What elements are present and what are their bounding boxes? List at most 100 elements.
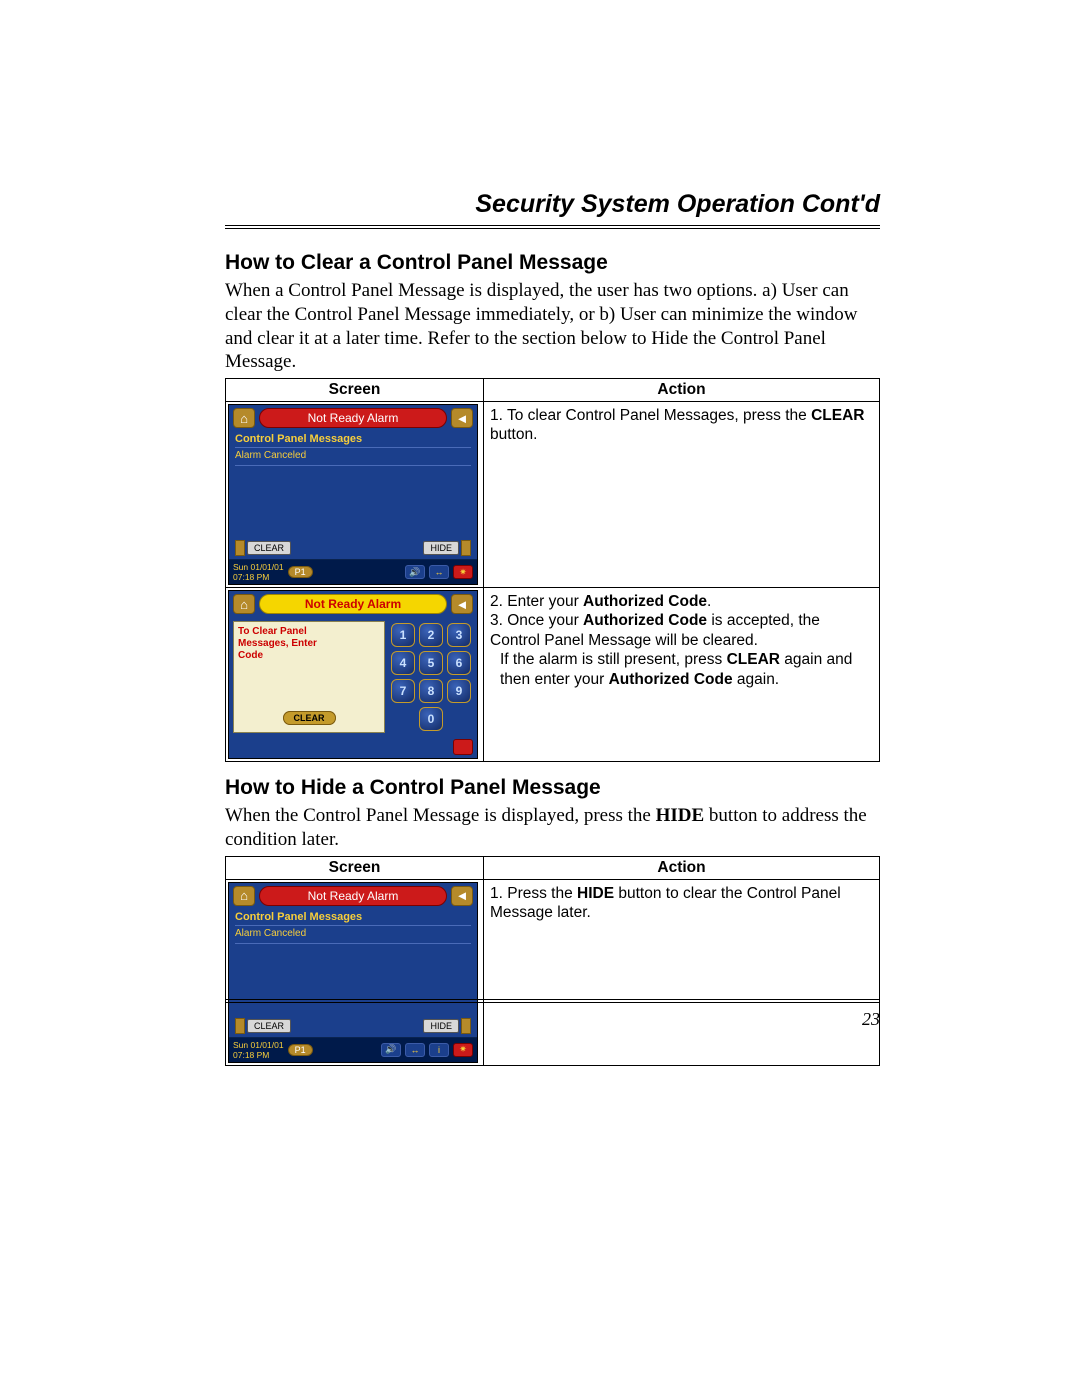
status-icon[interactable]: 🔊 bbox=[381, 1043, 401, 1057]
key-7[interactable]: 7 bbox=[391, 679, 415, 703]
key-3[interactable]: 3 bbox=[447, 623, 471, 647]
panel-subtitle: Control Panel Messages bbox=[229, 909, 477, 923]
divider bbox=[235, 465, 471, 466]
alert-icon[interactable] bbox=[453, 739, 473, 755]
status-time: 07:18 PM bbox=[233, 1050, 284, 1060]
screen-cell-1: ⌂ Not Ready Alarm ◄ Control Panel Messag… bbox=[226, 402, 484, 588]
device-screenshot-b: ⌂ Not Ready Alarm ◄ To Clear Panel Messa… bbox=[228, 590, 478, 759]
text: Once your bbox=[507, 612, 583, 629]
clear-button[interactable]: CLEAR bbox=[247, 541, 291, 555]
status-icon[interactable]: ↔ bbox=[405, 1043, 425, 1057]
action-cell-2: 2. Enter your Authorized Code. 3. Once y… bbox=[484, 588, 880, 762]
device-header: ⌂ Not Ready Alarm ◄ bbox=[229, 405, 477, 431]
text: Enter your bbox=[507, 593, 583, 610]
key-8[interactable]: 8 bbox=[419, 679, 443, 703]
back-icon[interactable]: ◄ bbox=[451, 886, 473, 906]
key-5[interactable]: 5 bbox=[419, 651, 443, 675]
step-number: 1. bbox=[490, 407, 507, 424]
panel-message: Alarm Canceled bbox=[229, 928, 477, 941]
status-bar bbox=[229, 737, 477, 758]
status-banner: Not Ready Alarm bbox=[259, 408, 447, 428]
section1-table: Screen Action ⌂ Not Ready Alarm ◄ Contro… bbox=[225, 378, 880, 762]
alert-icon[interactable]: ✷ bbox=[453, 565, 473, 579]
panel-body bbox=[229, 468, 477, 538]
text: again. bbox=[733, 671, 780, 688]
home-icon[interactable]: ⌂ bbox=[233, 408, 255, 428]
device-header: ⌂ Not Ready Alarm ◄ bbox=[229, 883, 477, 909]
bold-text: Authorized Code bbox=[609, 671, 733, 688]
device-screenshot-c: ⌂ Not Ready Alarm ◄ Control Panel Messag… bbox=[228, 882, 478, 1063]
divider bbox=[235, 447, 471, 448]
status-bar: Sun 01/01/01 07:18 PM P1 🔊 ↔ i ✷ bbox=[229, 1037, 477, 1062]
step-number: 1. bbox=[490, 885, 507, 902]
prompt-line: Code bbox=[238, 650, 380, 662]
panel-buttons: CLEAR HIDE bbox=[229, 538, 477, 559]
partition-pill[interactable]: P1 bbox=[288, 1044, 313, 1056]
status-icon[interactable]: 🔊 bbox=[405, 565, 425, 579]
right-tab-icon[interactable] bbox=[461, 540, 471, 556]
hide-button[interactable]: HIDE bbox=[423, 541, 459, 555]
info-icon[interactable]: i bbox=[429, 1043, 449, 1057]
message-pane: To Clear Panel Messages, Enter Code CLEA… bbox=[233, 621, 385, 733]
step-number: 3. bbox=[490, 612, 507, 629]
text: Press the bbox=[507, 885, 577, 902]
key-0[interactable]: 0 bbox=[419, 707, 443, 731]
back-icon[interactable]: ◄ bbox=[451, 408, 473, 428]
action-cell-3: 1. Press the HIDE button to clear the Co… bbox=[484, 879, 880, 1065]
page-title: Security System Operation Cont'd bbox=[225, 190, 880, 229]
status-date: Sun 01/01/01 bbox=[233, 1040, 284, 1050]
key-6[interactable]: 6 bbox=[447, 651, 471, 675]
col-action: Action bbox=[484, 379, 880, 402]
status-banner: Not Ready Alarm bbox=[259, 594, 447, 614]
status-datetime: Sun 01/01/01 07:18 PM bbox=[233, 562, 284, 582]
bold-text: Authorized Code bbox=[583, 612, 707, 629]
panel-message: Alarm Canceled bbox=[229, 450, 477, 463]
keypad-body: To Clear Panel Messages, Enter Code CLEA… bbox=[229, 617, 477, 737]
text: To clear Control Panel Messages, press t… bbox=[507, 407, 811, 424]
clear-row: CLEAR bbox=[238, 712, 380, 724]
section2-heading: How to Hide a Control Panel Message bbox=[225, 776, 880, 800]
section2-table: Screen Action ⌂ Not Ready Alarm ◄ Contro… bbox=[225, 856, 880, 1066]
alert-icon[interactable]: ✷ bbox=[453, 1043, 473, 1057]
status-datetime: Sun 01/01/01 07:18 PM bbox=[233, 1040, 284, 1060]
document-page: Security System Operation Cont'd How to … bbox=[0, 0, 1080, 1126]
status-time: 07:18 PM bbox=[233, 572, 284, 582]
bold-text: CLEAR bbox=[727, 651, 780, 668]
bold-text: CLEAR bbox=[811, 407, 864, 424]
bold-text: Authorized Code bbox=[583, 593, 707, 610]
action-cell-1: 1. To clear Control Panel Messages, pres… bbox=[484, 402, 880, 588]
section2-intro: When the Control Panel Message is displa… bbox=[225, 804, 880, 852]
key-4[interactable]: 4 bbox=[391, 651, 415, 675]
col-screen: Screen bbox=[226, 856, 484, 879]
home-icon[interactable]: ⌂ bbox=[233, 886, 255, 906]
back-icon[interactable]: ◄ bbox=[451, 594, 473, 614]
status-date: Sun 01/01/01 bbox=[233, 562, 284, 572]
text: . bbox=[707, 593, 711, 610]
section1-heading: How to Clear a Control Panel Message bbox=[225, 251, 880, 275]
status-banner: Not Ready Alarm bbox=[259, 886, 447, 906]
section1-intro: When a Control Panel Message is displaye… bbox=[225, 279, 880, 374]
text: button. bbox=[490, 426, 537, 443]
text: If the alarm is still present, press bbox=[500, 651, 727, 668]
col-screen: Screen bbox=[226, 379, 484, 402]
device-header: ⌂ Not Ready Alarm ◄ bbox=[229, 591, 477, 617]
partition-pill[interactable]: P1 bbox=[288, 566, 313, 578]
prompt-line: To Clear Panel bbox=[238, 626, 380, 638]
text: When the Control Panel Message is displa… bbox=[225, 805, 656, 826]
bold-text: HIDE bbox=[656, 805, 705, 826]
key-9[interactable]: 9 bbox=[447, 679, 471, 703]
divider bbox=[235, 943, 471, 944]
clear-button[interactable]: CLEAR bbox=[283, 711, 336, 725]
home-icon[interactable]: ⌂ bbox=[233, 594, 255, 614]
col-action: Action bbox=[484, 856, 880, 879]
left-tab-icon[interactable] bbox=[235, 540, 245, 556]
page-number: 23 bbox=[862, 1009, 880, 1029]
prompt-line: Messages, Enter bbox=[238, 638, 380, 650]
divider bbox=[235, 925, 471, 926]
key-2[interactable]: 2 bbox=[419, 623, 443, 647]
step-number: 2. bbox=[490, 593, 507, 610]
bold-text: HIDE bbox=[577, 885, 614, 902]
panel-subtitle: Control Panel Messages bbox=[229, 431, 477, 445]
status-icon[interactable]: ↔ bbox=[429, 565, 449, 579]
key-1[interactable]: 1 bbox=[391, 623, 415, 647]
